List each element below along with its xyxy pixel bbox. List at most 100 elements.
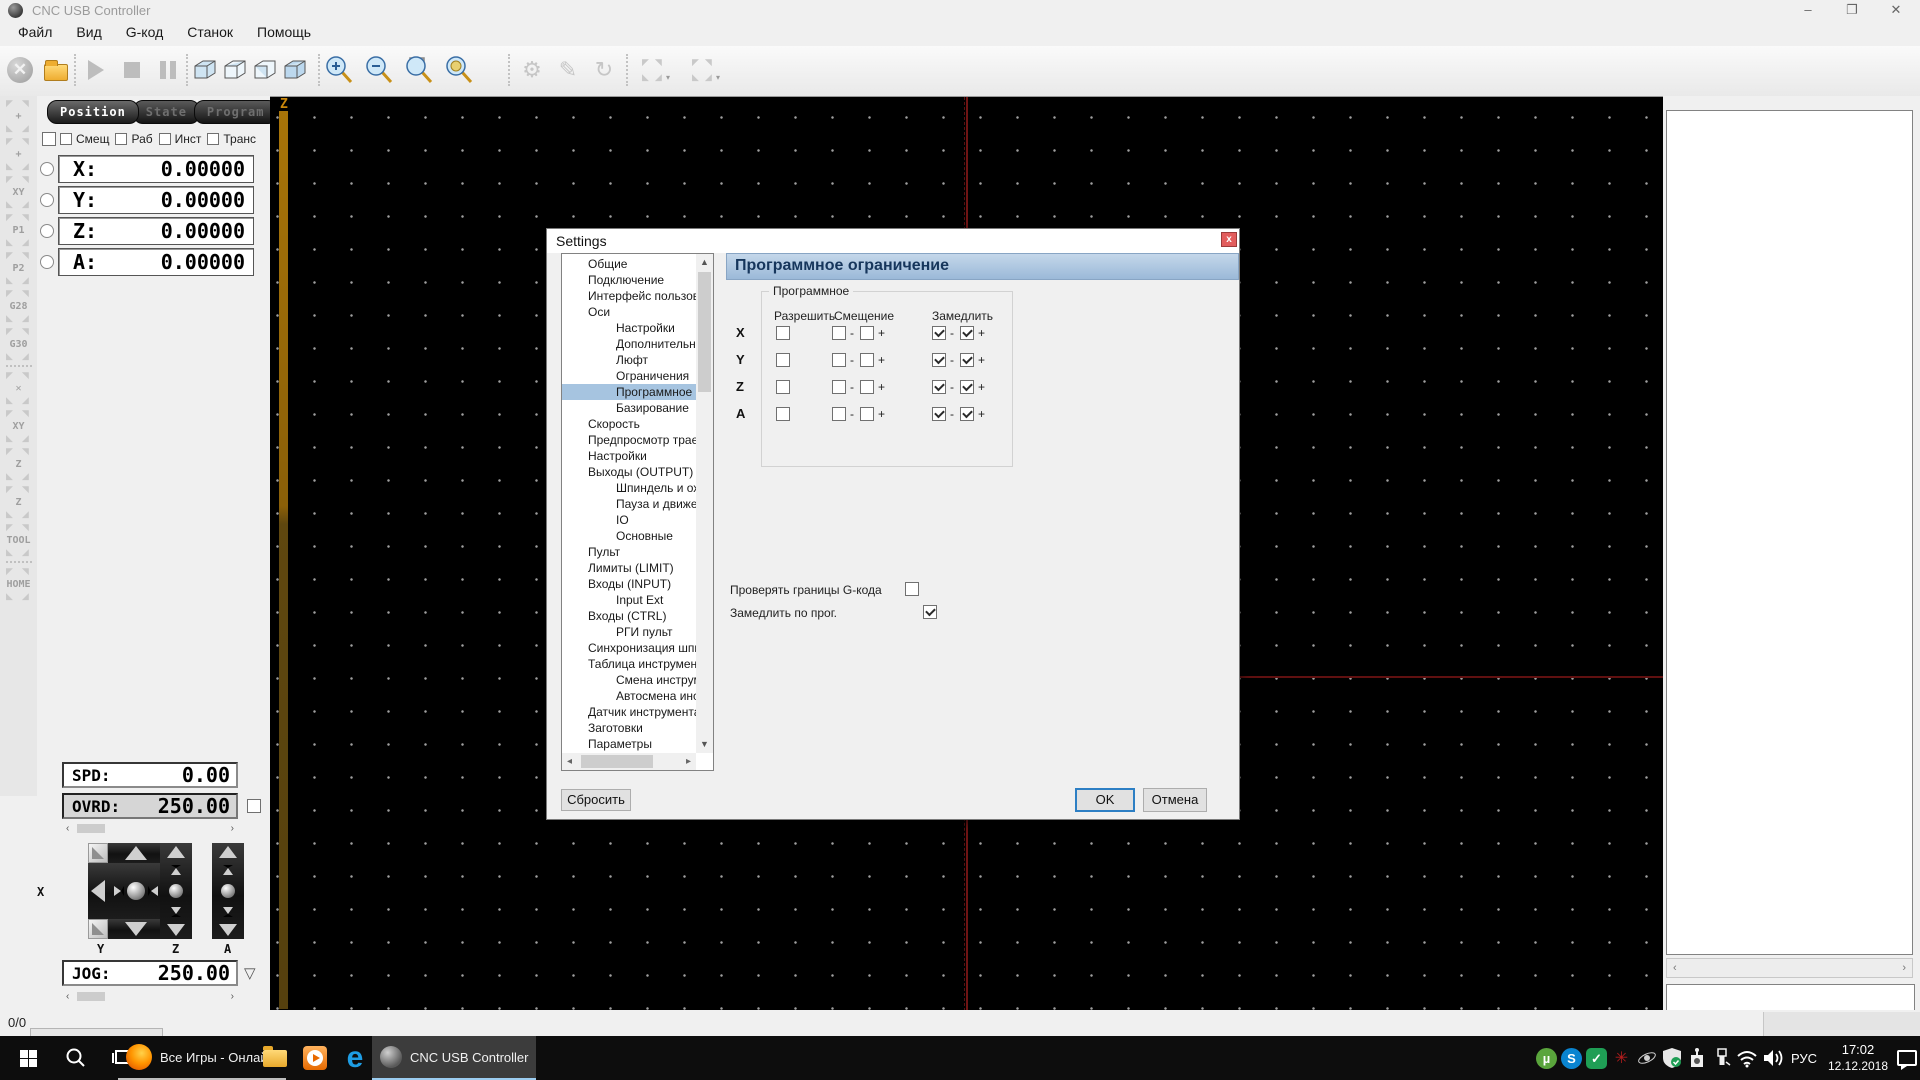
- tab-program[interactable]: Program: [194, 100, 278, 124]
- tree-item[interactable]: Шпиндель и охлажд: [562, 480, 696, 496]
- tree-item[interactable]: Подключение: [562, 272, 696, 288]
- tree-item[interactable]: Выходы (OUTPUT): [562, 464, 696, 480]
- grid-checkbox[interactable]: [860, 326, 874, 340]
- grid-checkbox[interactable]: [832, 407, 846, 421]
- tree-item[interactable]: Входы (CTRL): [562, 608, 696, 624]
- tree-item[interactable]: Настройки: [562, 320, 696, 336]
- jog-speed-dropdown[interactable]: ▽: [244, 964, 256, 982]
- utorrent-tray-icon[interactable]: µ: [1534, 1036, 1559, 1080]
- grid-checkbox[interactable]: [860, 353, 874, 367]
- check-gcode-bounds[interactable]: [905, 582, 919, 596]
- grid-checkbox[interactable]: [932, 353, 946, 367]
- grid-checkbox[interactable]: [832, 353, 846, 367]
- axis-radio[interactable]: [40, 224, 54, 238]
- tree-item[interactable]: РГИ пульт: [562, 624, 696, 640]
- tree-item[interactable]: Датчик инструмента: [562, 704, 696, 720]
- usb-tray-icon[interactable]: [1709, 1036, 1734, 1080]
- jog-pad-a[interactable]: [212, 843, 244, 939]
- tree-item[interactable]: Настройки: [562, 448, 696, 464]
- reset-button[interactable]: Сбросить: [561, 789, 631, 811]
- taskbar-cnc-button[interactable]: CNC USB Controller: [372, 1036, 536, 1080]
- restore-button[interactable]: ❐: [1830, 0, 1874, 21]
- tree-item[interactable]: Программное огра: [562, 384, 696, 400]
- jog-x-minus-button[interactable]: [88, 863, 108, 919]
- notification-center-icon[interactable]: [1894, 1036, 1920, 1080]
- jog-center[interactable]: [108, 863, 164, 919]
- tree-item[interactable]: Input Ext: [562, 592, 696, 608]
- gcode-list[interactable]: [1666, 110, 1913, 955]
- menu-item[interactable]: G-код: [114, 21, 175, 43]
- grid-checkbox[interactable]: [860, 407, 874, 421]
- tree-item[interactable]: Синхронизация шпинде: [562, 640, 696, 656]
- tree-item[interactable]: Дополнительно: [562, 336, 696, 352]
- jog-slider[interactable]: ‹›: [62, 990, 238, 1003]
- jog-pad-z[interactable]: [160, 843, 192, 939]
- clock[interactable]: 17:02 12.12.2018: [1822, 1036, 1894, 1080]
- tree-item[interactable]: IO: [562, 512, 696, 528]
- jog-y-plus-button[interactable]: [108, 843, 164, 863]
- tree-item[interactable]: Заготовки: [562, 720, 696, 736]
- tree-item[interactable]: Люфт: [562, 352, 696, 368]
- tree-item[interactable]: Оси: [562, 304, 696, 320]
- tree-item[interactable]: Лимиты (LIMIT): [562, 560, 696, 576]
- zoom-tool-icons[interactable]: [324, 54, 484, 88]
- cancel-button[interactable]: Отмена: [1143, 788, 1207, 812]
- filter-checkbox-раб[interactable]: [115, 133, 127, 145]
- skype-tray-icon[interactable]: S: [1559, 1036, 1584, 1080]
- grid-checkbox[interactable]: [932, 380, 946, 394]
- view-cube-icons[interactable]: [192, 56, 312, 86]
- ovrd-checkbox[interactable]: [247, 799, 261, 813]
- estop-icon[interactable]: ✕: [4, 53, 36, 87]
- jog-diagonal-nw-button[interactable]: [88, 843, 108, 863]
- filter-checkbox-all[interactable]: [42, 132, 56, 146]
- defender-tray-icon[interactable]: [1659, 1036, 1684, 1080]
- tree-item[interactable]: Параметры: [562, 736, 696, 752]
- ovrd-slider[interactable]: ‹›: [62, 822, 238, 835]
- tab-state[interactable]: State: [133, 100, 200, 124]
- filter-checkbox-смещ[interactable]: [60, 133, 72, 145]
- tree-item[interactable]: Общие: [562, 256, 696, 272]
- jog-y-minus-button[interactable]: [108, 919, 164, 939]
- close-button[interactable]: ✕: [1874, 0, 1918, 21]
- tree-item[interactable]: Предпросмотр траекто: [562, 432, 696, 448]
- minimize-button[interactable]: –: [1786, 0, 1830, 21]
- ok-button[interactable]: OK: [1075, 788, 1135, 812]
- volume-tray-icon[interactable]: [1759, 1036, 1786, 1080]
- grid-checkbox[interactable]: [776, 380, 790, 394]
- grid-checkbox[interactable]: [776, 326, 790, 340]
- red-cluster-tray-icon[interactable]: ✳: [1609, 1036, 1634, 1080]
- language-indicator[interactable]: РУС: [1786, 1036, 1822, 1080]
- device-tray-icon[interactable]: [1684, 1036, 1709, 1080]
- tree-item[interactable]: Основные: [562, 528, 696, 544]
- menu-item[interactable]: Вид: [64, 21, 113, 43]
- antivirus-tray-icon[interactable]: ✓: [1584, 1036, 1609, 1080]
- file-explorer-icon[interactable]: [256, 1036, 294, 1080]
- dialog-close-icon[interactable]: x: [1221, 232, 1237, 247]
- axis-radio[interactable]: [40, 162, 54, 176]
- edge-icon[interactable]: e: [336, 1036, 374, 1080]
- menu-item[interactable]: Станок: [175, 21, 245, 43]
- tree-item[interactable]: Базирование: [562, 400, 696, 416]
- jog-diagonal-sw-button[interactable]: [88, 919, 108, 939]
- tree-vscrollbar[interactable]: ▲ ▼: [696, 254, 713, 753]
- grid-checkbox[interactable]: [960, 353, 974, 367]
- grid-checkbox[interactable]: [832, 380, 846, 394]
- tree-item[interactable]: Интерфейс пользовате: [562, 288, 696, 304]
- menu-item[interactable]: Файл: [6, 21, 64, 43]
- tree-item[interactable]: Ограничения: [562, 368, 696, 384]
- settings-tree[interactable]: ОбщиеПодключениеИнтерфейс пользоватеОсиН…: [561, 253, 714, 771]
- grid-checkbox[interactable]: [960, 380, 974, 394]
- grid-checkbox[interactable]: [932, 326, 946, 340]
- search-icon[interactable]: [56, 1036, 96, 1080]
- media-player-icon[interactable]: [296, 1036, 334, 1080]
- grid-checkbox[interactable]: [932, 407, 946, 421]
- tree-item[interactable]: Скорость: [562, 416, 696, 432]
- dialog-title-bar[interactable]: Settings x: [547, 229, 1239, 253]
- tree-item[interactable]: Пауза и движение: [562, 496, 696, 512]
- filter-checkbox-транс[interactable]: [207, 133, 219, 145]
- axis-radio[interactable]: [40, 193, 54, 207]
- check-slow-prog[interactable]: [923, 605, 937, 619]
- grid-checkbox[interactable]: [776, 407, 790, 421]
- grid-checkbox[interactable]: [776, 353, 790, 367]
- tree-item[interactable]: Таблица инструментов: [562, 656, 696, 672]
